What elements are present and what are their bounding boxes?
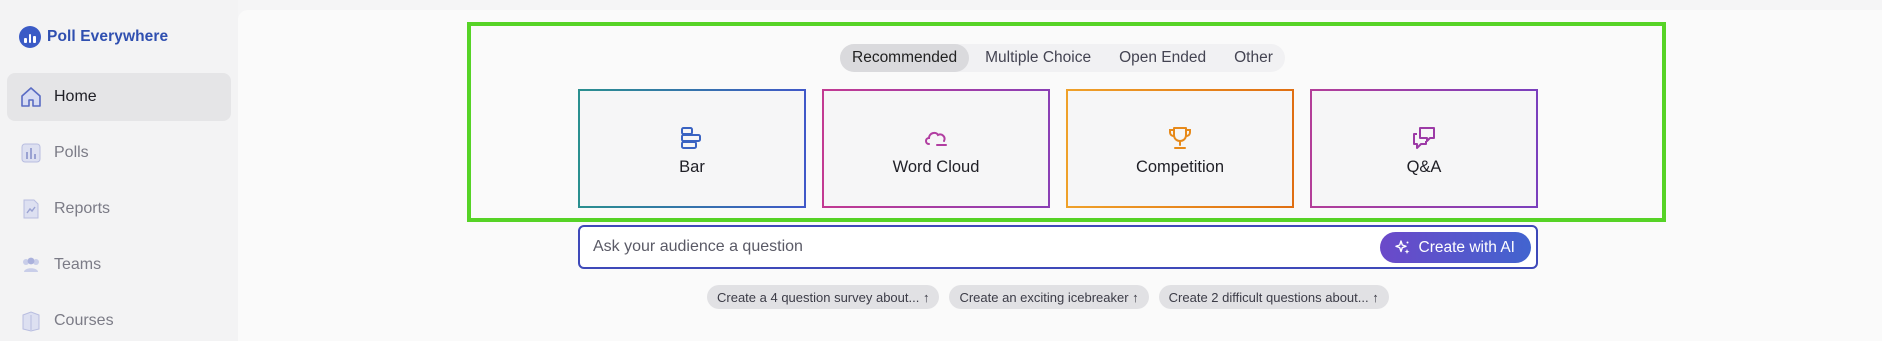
sidebar-item-label: Home [54, 88, 97, 105]
create-with-ai-label: Create with AI [1418, 238, 1516, 256]
sidebar: Poll Everywhere Home Polls Reports Teams [0, 0, 238, 341]
courses-icon [19, 309, 43, 333]
card-bar[interactable]: Bar [578, 89, 806, 208]
sidebar-item-home[interactable]: Home [7, 73, 231, 121]
sidebar-item-polls[interactable]: Polls [7, 129, 231, 177]
card-label: Q&A [1406, 158, 1442, 176]
sidebar-item-label: Reports [54, 200, 111, 217]
suggestion-chip[interactable]: Create an exciting icebreaker ↑ [949, 285, 1149, 309]
teams-icon [19, 253, 43, 277]
card-label: Competition [1135, 158, 1225, 176]
polls-icon [19, 141, 43, 165]
reports-icon [19, 197, 43, 221]
card-word-cloud[interactable]: Word Cloud [822, 89, 1050, 208]
sparkle-icon [1394, 240, 1409, 254]
tab-recommended[interactable]: Recommended [840, 44, 970, 72]
tab-other[interactable]: Other [1222, 44, 1285, 72]
card-competition[interactable]: Competition [1066, 89, 1294, 208]
tab-open-ended[interactable]: Open Ended [1107, 44, 1218, 72]
cloud-icon [925, 131, 947, 146]
card-q-and-a[interactable]: Q&A [1310, 89, 1538, 208]
sidebar-item-teams[interactable]: Teams [7, 241, 231, 289]
sidebar-item-label: Courses [54, 312, 114, 329]
chat-bubbles-icon [1413, 127, 1435, 149]
brand-logo[interactable]: Poll Everywhere [19, 26, 168, 48]
sidebar-item-courses[interactable]: Courses [7, 297, 231, 341]
suggestion-chip[interactable]: Create 2 difficult questions about... ↑ [1158, 285, 1389, 309]
bar-chart-icon [681, 127, 701, 149]
question-type-tabs: Recommended Multiple Choice Open Ended O… [840, 44, 1285, 72]
sidebar-item-reports[interactable]: Reports [7, 185, 231, 233]
brand-name: Poll Everywhere [47, 28, 169, 45]
card-label: Bar [679, 158, 705, 176]
question-input[interactable] [593, 238, 1353, 256]
trophy-icon [1169, 127, 1191, 149]
create-with-ai-button[interactable]: Create with AI [1379, 232, 1531, 263]
suggestion-chips: Create a 4 question survey about... ↑ Cr… [707, 285, 1389, 309]
ask-question-box: Create with AI [578, 225, 1538, 269]
home-icon [19, 85, 43, 109]
card-label: Word Cloud [892, 158, 980, 176]
suggestion-chip[interactable]: Create a 4 question survey about... ↑ [707, 285, 940, 309]
tab-multiple-choice[interactable]: Multiple Choice [973, 44, 1103, 72]
sidebar-item-label: Polls [54, 144, 89, 161]
poll-everywhere-logo-icon [19, 26, 41, 48]
sidebar-item-label: Teams [54, 256, 102, 273]
sidebar-nav: Home Polls Reports Teams Courses [7, 73, 231, 341]
